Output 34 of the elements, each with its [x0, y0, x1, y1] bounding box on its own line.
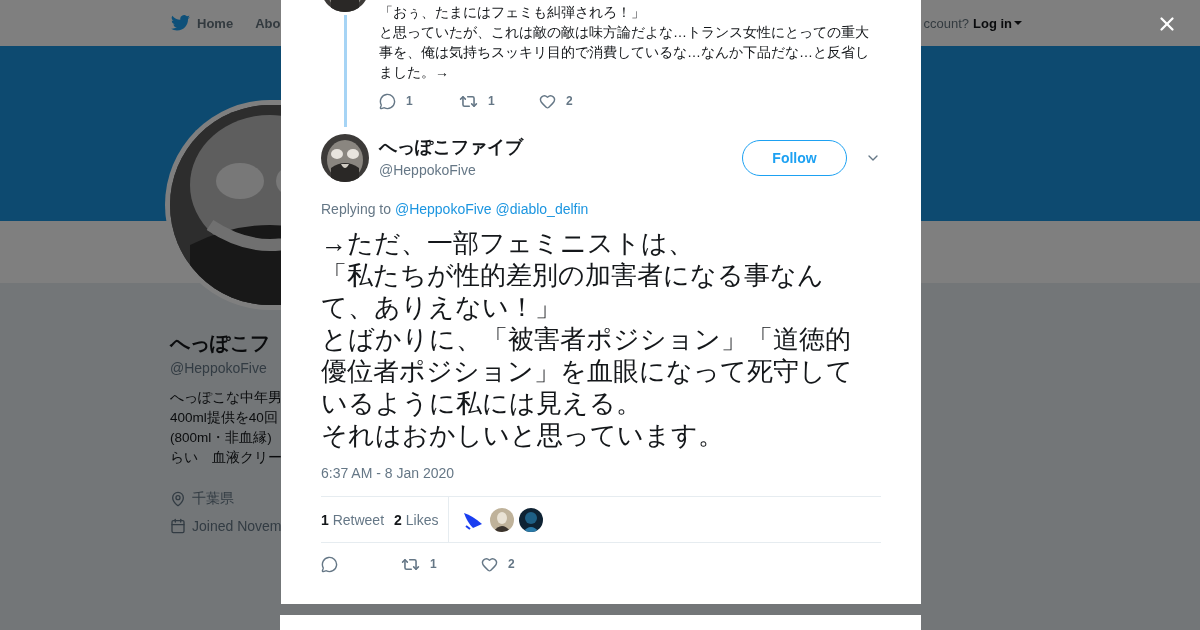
account-prompt: ccount? [923, 15, 969, 31]
mention-link[interactable]: @HeppokoFive [394, 201, 492, 217]
liker-avatar[interactable] [519, 507, 544, 532]
replying-to: Replying to @HeppokoFive @diablo_delfin [321, 200, 590, 218]
action-count: 1 [406, 94, 413, 108]
action-count: 2 [508, 557, 515, 571]
follow-button[interactable]: Follow [742, 140, 847, 176]
heart-icon[interactable] [481, 555, 498, 573]
avatar[interactable] [321, 134, 369, 182]
reply-icon[interactable] [321, 555, 338, 573]
tweet-text: →ただ、一部フェミニストは、 「私たちが性的差別の加害者になる事なん て、ありえない！」 とばかりに、「被害者ポジション」「道徳的 優位者ポジション」を血眼になって死守して いるように私には見える。 それはおかしいと思っています。 [321, 227, 854, 451]
liker-avatar[interactable] [490, 507, 515, 532]
profile-joined: Joined Novem [192, 518, 282, 534]
action-count: 1 [488, 94, 495, 108]
action-count: 1 [430, 557, 437, 571]
reply-icon[interactable] [379, 92, 396, 110]
calendar-icon [170, 518, 186, 534]
author-handle[interactable]: @HeppokoFive [379, 160, 742, 180]
engagement-stat[interactable]: 2 Likes [394, 511, 439, 528]
tweet-text: 「おぅ、たまにはフェミも糾弾されろ！」 と思っていたが、これは敵の敵は味方論だよな…トランス女性にとっての重大 事を、俺は気持ちスッキリ目的で消費しているな…なんか下品だな…と反省し ました。→ [379, 3, 870, 82]
login-link[interactable]: Log in [973, 15, 1022, 31]
tweet-timestamp: 6:37 AM - 8 Jan 2020 [321, 464, 455, 483]
action-count: 2 [566, 94, 573, 108]
nav-link[interactable]: Home [197, 15, 234, 31]
mention-link[interactable]: @diablo_delfin [495, 201, 589, 217]
nav-link[interactable]: Abo [255, 15, 281, 31]
author-name[interactable]: へっぽこファイブ [379, 136, 742, 158]
location-pin-icon [170, 491, 186, 507]
heart-icon[interactable] [539, 92, 556, 110]
profile-bio: へっぽこな中年男 400ml提供を40回 (800ml・非血縁) らい 血液クリー [170, 389, 283, 467]
engagement-stat[interactable]: 1 Retweet [321, 511, 385, 528]
profile-handle: @HeppokoFive [170, 359, 268, 378]
profile-location: 千葉県 [192, 490, 234, 508]
profile-name: へっぽこフ [170, 331, 271, 355]
